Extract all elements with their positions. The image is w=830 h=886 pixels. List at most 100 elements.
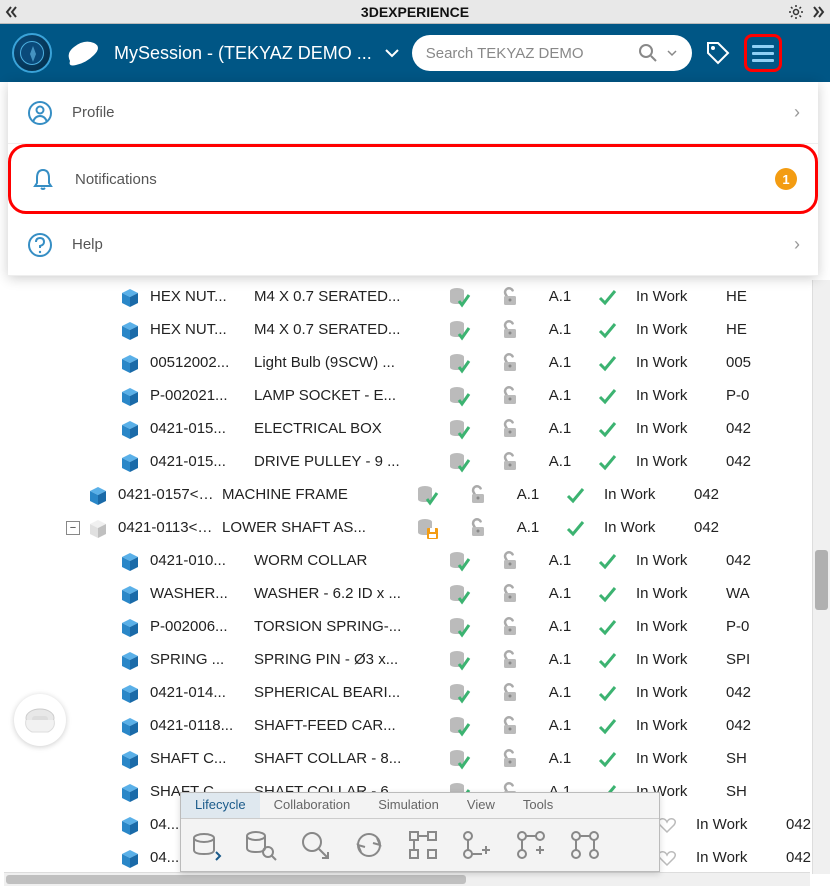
menu-notifications[interactable]: Notifications 1: [8, 144, 818, 214]
main-menu-dropdown: Profile › Notifications 1 Help ›: [8, 82, 818, 276]
hamburger-icon: [752, 45, 774, 62]
lock-icon: [486, 583, 534, 605]
row-revision: A.1: [542, 585, 578, 602]
row-name: 0421-0157<1>: [118, 486, 214, 503]
row-ext: 042: [694, 486, 734, 503]
row-state: In Work: [636, 321, 718, 338]
search-input[interactable]: [426, 45, 634, 62]
tree-row[interactable]: 0421-010...WORM COLLARA.1In Work042: [4, 544, 826, 577]
tree-row[interactable]: 0421-0118...SHAFT-FEED CAR...A.1In Work0…: [4, 709, 826, 742]
tree-row[interactable]: 00512002...Light Bulb (9SCW) ...A.1In Wo…: [4, 346, 826, 379]
bell-icon: [29, 165, 57, 193]
part-icon: [118, 648, 142, 672]
row-description: M4 X 0.7 SERATED...: [254, 288, 432, 305]
row-state: In Work: [604, 486, 686, 503]
session-title[interactable]: MySession - (TEKYAZ DEMO ...: [114, 43, 372, 64]
toolbar-tab-collaboration[interactable]: Collaboration: [260, 793, 365, 818]
row-description: SHAFT-FEED CAR...: [254, 717, 432, 734]
toolbar-tab-lifecycle[interactable]: Lifecycle: [181, 793, 260, 818]
lock-icon: [486, 748, 534, 770]
tree-row[interactable]: −0421-0113<1>LOWER SHAFT AS...A.1In Work…: [4, 511, 826, 544]
collapse-left-icon[interactable]: [4, 4, 20, 20]
toolbar-tab-simulation[interactable]: Simulation: [364, 793, 453, 818]
expand-right-icon[interactable]: [810, 4, 826, 20]
row-db-status-icon: [440, 450, 478, 474]
assembly-tree[interactable]: HEX NUT...M4 X 0.7 SERATED...A.1In WorkH…: [4, 280, 826, 874]
menu-profile[interactable]: Profile ›: [8, 82, 818, 144]
row-name: 0421-0118...: [150, 717, 246, 734]
search-dropdown-icon[interactable]: [666, 49, 678, 57]
lock-icon: [486, 418, 534, 440]
row-revision: A.1: [542, 354, 578, 371]
part-icon: [118, 384, 142, 408]
menu-button[interactable]: [744, 34, 782, 72]
toolbar-tab-tools[interactable]: Tools: [509, 793, 567, 818]
compass-icon[interactable]: [12, 33, 52, 73]
row-state: In Work: [636, 453, 718, 470]
tree-row[interactable]: 0421-014...SPHERICAL BEARI...A.1In Work0…: [4, 676, 826, 709]
tool-structure-3-icon[interactable]: [513, 827, 549, 863]
lock-icon: [486, 451, 534, 473]
collapse-icon[interactable]: −: [66, 521, 80, 535]
row-revision: A.1: [542, 288, 578, 305]
horizontal-scrollbar[interactable]: [4, 872, 810, 886]
tag-icon[interactable]: [704, 39, 732, 67]
tree-row[interactable]: HEX NUT...M4 X 0.7 SERATED...A.1In WorkH…: [4, 313, 826, 346]
check-icon: [586, 320, 628, 340]
help-icon: [26, 231, 54, 259]
tool-sync-icon[interactable]: [351, 827, 387, 863]
lock-icon: [486, 649, 534, 671]
check-icon: [586, 617, 628, 637]
row-revision: A.1: [542, 717, 578, 734]
row-name: 0421-014...: [150, 684, 246, 701]
tree-row[interactable]: 0421-015...ELECTRICAL BOXA.1In Work042: [4, 412, 826, 445]
tree-row[interactable]: HEX NUT...M4 X 0.7 SERATED...A.1In WorkH…: [4, 280, 826, 313]
row-description: ELECTRICAL BOX: [254, 420, 432, 437]
gear-icon[interactable]: [788, 4, 804, 20]
user-avatar[interactable]: [14, 694, 66, 746]
menu-help[interactable]: Help ›: [8, 214, 818, 276]
search-box[interactable]: [412, 35, 692, 71]
row-state: In Work: [636, 618, 718, 635]
row-state: In Work: [604, 519, 686, 536]
row-db-status-icon: [440, 549, 478, 573]
tree-row[interactable]: SPRING ...SPRING PIN - Ø3 x...A.1In Work…: [4, 643, 826, 676]
row-description: LOWER SHAFT AS...: [222, 519, 400, 536]
row-revision: A.1: [542, 420, 578, 437]
vertical-scrollbar[interactable]: [812, 280, 830, 874]
toolbar-tab-view[interactable]: View: [453, 793, 509, 818]
tool-save-structure-icon[interactable]: [189, 827, 225, 863]
scrollbar-thumb[interactable]: [815, 550, 828, 610]
tree-row[interactable]: SHAFT C...SHAFT COLLAR - 8...A.1In WorkS…: [4, 742, 826, 775]
part-icon: [118, 549, 142, 573]
tool-structure-2-icon[interactable]: [459, 827, 495, 863]
tool-structure-1-icon[interactable]: [405, 827, 441, 863]
row-description: Light Bulb (9SCW) ...: [254, 354, 432, 371]
chevron-down-icon[interactable]: [384, 48, 400, 58]
row-name: HEX NUT...: [150, 288, 246, 305]
check-icon: [554, 485, 596, 505]
tree-row[interactable]: 0421-0157<1>MACHINE FRAMEA.1In Work042: [4, 478, 826, 511]
lock-icon: [486, 286, 534, 308]
search-icon[interactable]: [638, 43, 658, 63]
lock-icon: [486, 352, 534, 374]
row-state: In Work: [636, 288, 718, 305]
part-icon: [118, 714, 142, 738]
row-ext: 042: [726, 420, 766, 437]
row-ext: 005: [726, 354, 766, 371]
row-name: 0421-0113<1>: [118, 519, 214, 536]
tool-zoom-icon[interactable]: [297, 827, 333, 863]
scrollbar-thumb[interactable]: [6, 875, 466, 884]
row-db-status-icon: [408, 516, 446, 540]
ds-logo-icon[interactable]: [64, 33, 102, 73]
tree-row[interactable]: P-002021...LAMP SOCKET - E...A.1In WorkP…: [4, 379, 826, 412]
check-icon: [586, 650, 628, 670]
part-icon: [118, 318, 142, 342]
tree-row[interactable]: 0421-015...DRIVE PULLEY - 9 ...A.1In Wor…: [4, 445, 826, 478]
tool-structure-4-icon[interactable]: [567, 827, 603, 863]
row-db-status-icon: [440, 648, 478, 672]
tree-row[interactable]: P-002006...TORSION SPRING-...A.1In WorkP…: [4, 610, 826, 643]
tree-row[interactable]: WASHER...WASHER - 6.2 ID x ...A.1In Work…: [4, 577, 826, 610]
tool-db-search-icon[interactable]: [243, 827, 279, 863]
part-icon: [118, 582, 142, 606]
